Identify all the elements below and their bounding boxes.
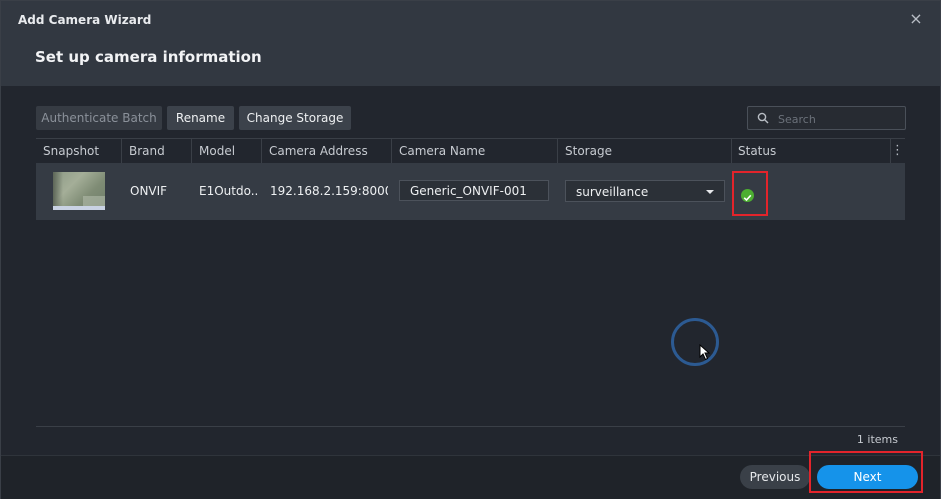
mouse-cursor-icon — [699, 344, 711, 361]
column-header-storage[interactable]: Storage — [565, 139, 612, 163]
storage-select[interactable]: surveillance — [565, 180, 725, 202]
loading-spinner-icon — [671, 318, 719, 366]
chevron-down-icon — [706, 190, 714, 194]
column-divider[interactable] — [121, 139, 122, 163]
cell-brand: ONVIF — [130, 184, 168, 198]
rename-button[interactable]: Rename — [167, 106, 234, 130]
search-icon — [757, 112, 769, 124]
column-header-camera-address[interactable]: Camera Address — [269, 139, 368, 163]
column-divider[interactable] — [391, 139, 392, 163]
grid-header: Snapshot Brand Model Camera Address Came… — [36, 138, 905, 164]
dialog-header: Add Camera Wizard × Set up camera inform… — [1, 1, 940, 86]
add-camera-wizard-dialog: Add Camera Wizard × Set up camera inform… — [0, 0, 941, 499]
checkmark-icon — [743, 194, 752, 202]
column-divider[interactable] — [261, 139, 262, 163]
snapshot-highlight — [83, 196, 105, 206]
close-icon[interactable]: × — [908, 11, 924, 27]
snapshot-bottom-edge — [53, 206, 105, 210]
column-divider[interactable] — [191, 139, 192, 163]
column-header-snapshot[interactable]: Snapshot — [43, 139, 99, 163]
column-header-model[interactable]: Model — [199, 139, 235, 163]
search-field[interactable] — [747, 106, 906, 130]
cell-model: E1Outdo... — [199, 184, 259, 198]
cell-camera-address: 192.168.2.159:8000 — [270, 184, 388, 198]
previous-button[interactable]: Previous — [740, 465, 810, 489]
column-header-status[interactable]: Status — [738, 139, 776, 163]
camera-snapshot — [53, 172, 105, 210]
authenticate-batch-button[interactable]: Authenticate Batch — [36, 106, 162, 130]
snapshot-shadow — [53, 172, 63, 210]
grid-footer-divider — [36, 426, 905, 427]
item-count: 1 items — [856, 433, 898, 446]
change-storage-button[interactable]: Change Storage — [239, 106, 351, 130]
storage-select-value: surveillance — [576, 185, 649, 199]
status-ok-icon — [741, 189, 754, 202]
column-header-brand[interactable]: Brand — [129, 139, 165, 163]
next-button[interactable]: Next — [817, 465, 918, 489]
camera-name-input[interactable]: Generic_ONVIF-001 — [399, 180, 549, 201]
column-divider[interactable] — [557, 139, 558, 163]
column-header-camera-name[interactable]: Camera Name — [399, 139, 485, 163]
dialog-title: Add Camera Wizard — [18, 13, 152, 27]
step-title: Set up camera information — [35, 48, 262, 66]
column-menu-icon[interactable]: ⋮ — [891, 139, 904, 163]
column-divider[interactable] — [731, 139, 732, 163]
table-row[interactable]: ONVIF E1Outdo... 192.168.2.159:8000 Gene… — [36, 163, 905, 220]
search-input[interactable] — [776, 109, 900, 129]
